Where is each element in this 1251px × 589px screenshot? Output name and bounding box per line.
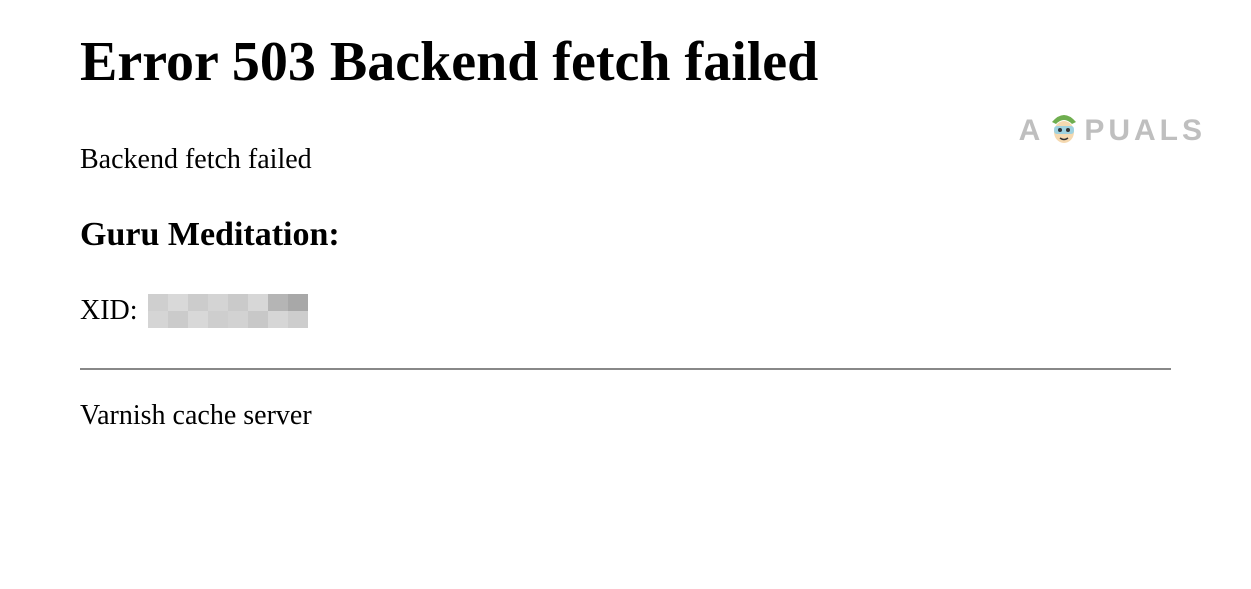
divider: [80, 368, 1171, 370]
watermark-letter-a: A: [1019, 114, 1045, 148]
xid-value-redacted: [148, 294, 308, 328]
error-message: Backend fetch failed: [80, 144, 1171, 176]
xid-line: XID:: [80, 294, 1171, 328]
watermark-logo: A PUALS: [1019, 110, 1206, 151]
footer-text: Varnish cache server: [80, 400, 1171, 432]
error-heading: Error 503 Backend fetch failed: [80, 30, 1171, 94]
xid-label: XID:: [80, 295, 138, 327]
watermark-text-right: PUALS: [1084, 114, 1206, 148]
mascot-icon: [1046, 110, 1082, 151]
guru-meditation-heading: Guru Meditation:: [80, 216, 1171, 254]
